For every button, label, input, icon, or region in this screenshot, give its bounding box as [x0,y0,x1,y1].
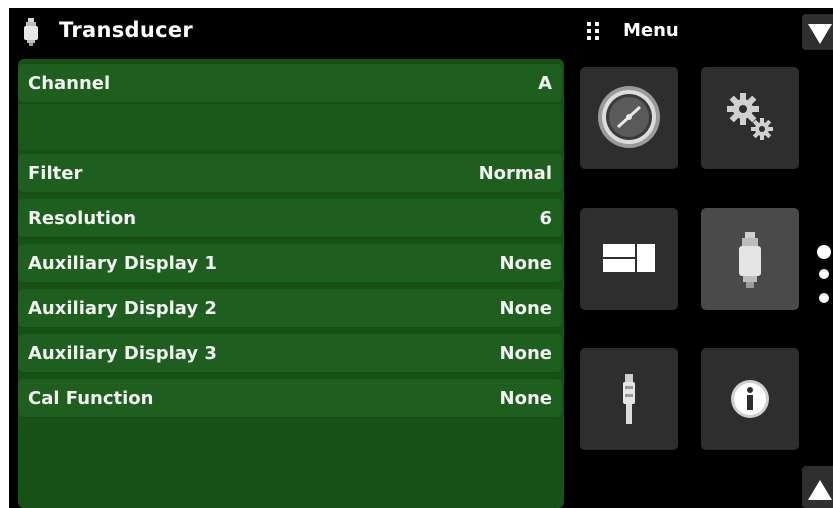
setting-value: None [499,388,552,409]
setting-value: A [538,73,552,94]
setting-value: None [499,298,552,319]
setting-row-filter[interactable]: Filter Normal [18,154,562,194]
setting-label: Cal Function [28,388,154,409]
menu-tile-connection[interactable] [580,348,678,450]
setting-label: Filter [28,163,83,184]
setting-label: Channel [28,73,111,94]
menu-tile-split-screen[interactable] [580,208,678,310]
setting-row-resolution[interactable]: Resolution 6 [18,199,562,239]
split-display-icon [603,244,655,272]
setting-value: None [499,343,552,364]
menu-tile-transducer[interactable] [701,208,799,310]
gears-icon [727,93,773,140]
scroll-down-button[interactable] [802,14,833,50]
setting-value: None [499,253,552,274]
setting-label: Auxiliary Display 3 [28,343,217,364]
setting-value: Normal [478,163,552,184]
cable-connector-icon [623,374,635,424]
triangle-up-icon [808,480,832,500]
transducer-icon [24,18,38,46]
gauge-icon [598,86,660,148]
setting-row-aux-display-1[interactable]: Auxiliary Display 1 None [18,244,562,284]
menu-label[interactable]: Menu [623,20,679,41]
scroll-up-button[interactable] [802,466,833,508]
transducer-icon [739,232,761,288]
device-screen: Transducer Menu Channel A Filter Normal … [9,8,833,508]
setting-label: Auxiliary Display 1 [28,253,217,274]
info-icon [731,380,769,418]
page-dot[interactable] [819,293,829,303]
page-dot-active[interactable] [817,245,831,259]
menu-tile-display[interactable] [580,67,678,169]
setting-label: Auxiliary Display 2 [28,298,217,319]
menu-grip-icon[interactable] [587,22,599,40]
setting-row-cal-function[interactable]: Cal Function None [18,379,562,419]
page-dot[interactable] [819,269,829,279]
triangle-down-icon [808,24,832,44]
empty-row [18,104,562,150]
setting-row-channel[interactable]: Channel A [18,64,562,104]
setting-value: 6 [539,208,552,229]
setting-row-aux-display-3[interactable]: Auxiliary Display 3 None [18,334,562,374]
setting-label: Resolution [28,208,137,229]
setting-row-aux-display-2[interactable]: Auxiliary Display 2 None [18,289,562,329]
menu-tile-settings[interactable] [701,67,799,169]
menu-tile-info[interactable] [701,348,799,450]
page-title: Transducer [59,18,194,42]
